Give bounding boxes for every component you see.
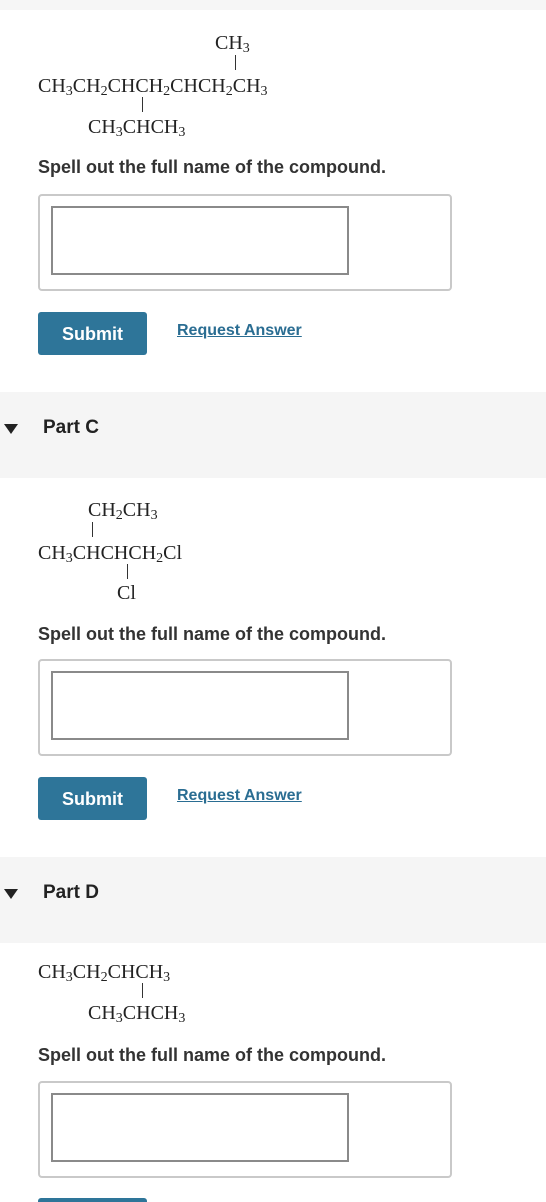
part-d-title: Part D xyxy=(43,882,99,903)
formula-b-bottom: CH3CHCH3 xyxy=(88,116,186,140)
submit-button[interactable]: Submit xyxy=(38,777,147,820)
request-answer-link[interactable]: Request Answer xyxy=(177,787,302,805)
answer-input[interactable] xyxy=(51,671,349,740)
caret-down-icon[interactable] xyxy=(4,424,18,434)
formula-b-top: CH3 xyxy=(215,32,250,56)
answer-container xyxy=(38,659,452,756)
answer-container xyxy=(38,1081,452,1178)
bond-line xyxy=(235,55,236,70)
submit-button[interactable] xyxy=(38,1198,147,1202)
bond-line xyxy=(127,564,128,579)
request-answer-link[interactable]: Request Answer xyxy=(177,322,302,340)
formula-c-bottom: Cl xyxy=(117,582,136,604)
formula-c-main: CH3CHCHCH2Cl xyxy=(38,542,183,566)
formula-b-main: CH3CH2CHCH2CHCH2CH3 xyxy=(38,75,268,99)
submit-button[interactable]: Submit xyxy=(38,312,147,355)
answer-container xyxy=(38,194,452,291)
bond-line xyxy=(142,97,143,112)
part-c-title: Part C xyxy=(43,417,99,438)
answer-input[interactable] xyxy=(51,1093,349,1162)
formula-c-top: CH2CH3 xyxy=(88,499,158,523)
caret-down-icon[interactable] xyxy=(4,889,18,899)
formula-d-main: CH3CH2CHCH3 xyxy=(38,961,171,985)
prompt-text: Spell out the full name of the compound. xyxy=(38,157,386,177)
bond-line xyxy=(142,983,143,998)
top-strip xyxy=(0,0,546,10)
bond-line xyxy=(92,522,93,537)
prompt-text: Spell out the full name of the compound. xyxy=(38,624,386,644)
answer-input[interactable] xyxy=(51,206,349,275)
formula-d-bottom: CH3CHCH3 xyxy=(88,1002,186,1026)
prompt-text: Spell out the full name of the compound. xyxy=(38,1045,386,1065)
